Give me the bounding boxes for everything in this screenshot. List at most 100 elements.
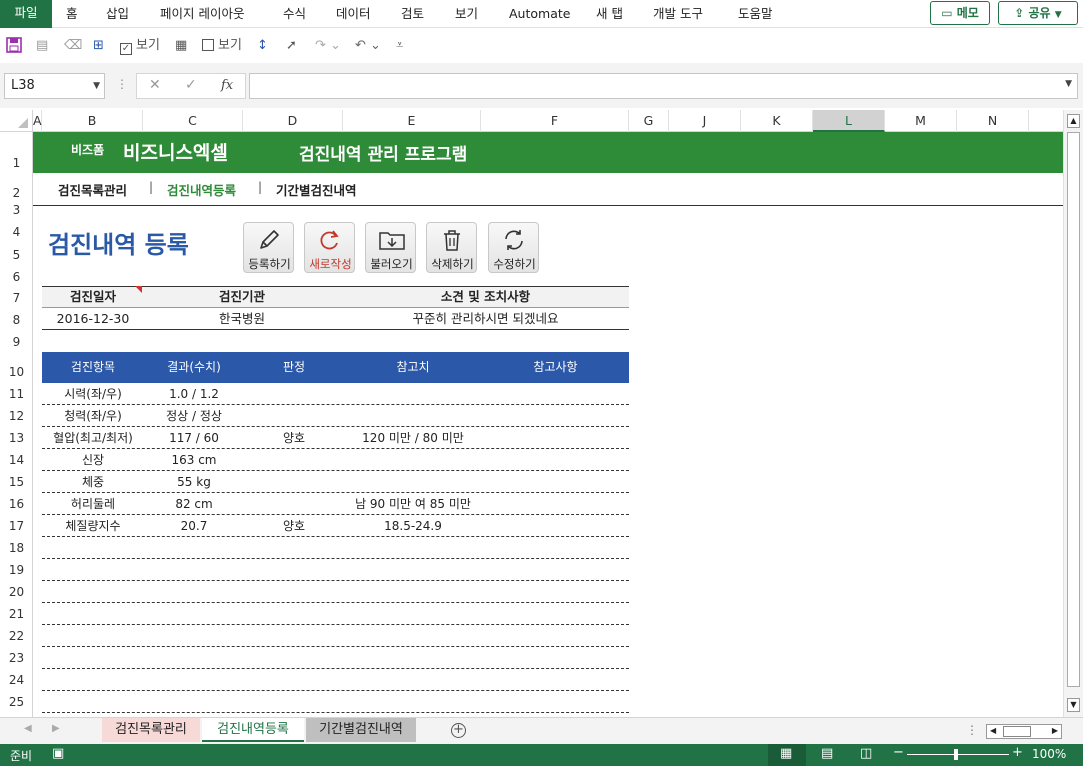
undo-icon[interactable]: ↶ ⌄ xyxy=(355,37,381,55)
redo-icon[interactable]: ↷ ⌄ xyxy=(315,37,341,55)
row-header[interactable]: 12 xyxy=(0,405,32,427)
select-pointer-icon[interactable]: ➚ xyxy=(286,37,297,55)
modify-button[interactable]: 수정하기 xyxy=(488,222,539,273)
row-header[interactable]: 19 xyxy=(0,559,32,581)
fit-page-icon[interactable]: ⊞ xyxy=(93,37,104,55)
row-header[interactable]: 14 xyxy=(0,449,32,471)
register-button[interactable]: 등록하기 xyxy=(243,222,294,273)
tab-help[interactable]: 도움말 xyxy=(738,4,773,24)
scroll-up-icon[interactable]: ▲ xyxy=(1067,114,1080,128)
scroll-thumb[interactable] xyxy=(1067,132,1080,687)
row-header[interactable]: 2 xyxy=(0,173,32,201)
tab-formulas[interactable]: 수식 xyxy=(283,4,306,24)
page-break-view-icon[interactable]: ◫ xyxy=(860,746,872,761)
tab-home[interactable]: 홈 xyxy=(66,4,78,24)
zoom-slider[interactable] xyxy=(907,754,1009,755)
item-name-cell[interactable]: 시력(좌/우) xyxy=(42,383,144,405)
row-header[interactable]: 18 xyxy=(0,537,32,559)
row-header[interactable]: 4 xyxy=(0,219,32,242)
column-header-m[interactable]: M xyxy=(885,110,957,132)
tab-review[interactable]: 검토 xyxy=(401,4,424,24)
column-header-k[interactable]: K xyxy=(741,110,813,132)
tab-new[interactable]: 새 탭 xyxy=(596,4,623,24)
vertical-scrollbar[interactable]: ▲ ▼ xyxy=(1063,110,1083,717)
insert-function-icon[interactable]: fx xyxy=(221,78,233,93)
item-name-cell[interactable]: 혈압(최고/최저) xyxy=(42,427,144,449)
new-button[interactable]: 새로작성 xyxy=(304,222,355,273)
tab-developer[interactable]: 개발 도구 xyxy=(653,4,703,24)
row-header[interactable]: 1 xyxy=(0,132,32,173)
zoom-slider-thumb[interactable] xyxy=(954,749,958,760)
h-scroll-thumb[interactable] xyxy=(1003,726,1031,737)
column-header-f[interactable]: F xyxy=(481,110,629,132)
result-cell[interactable]: 82 cm xyxy=(144,493,244,515)
institution-cell[interactable]: 한국병원 xyxy=(142,308,342,330)
judgement-cell[interactable]: 양호 xyxy=(244,515,344,537)
normal-view-button[interactable]: ▦ xyxy=(768,744,806,766)
column-header-j[interactable]: J xyxy=(669,110,741,132)
result-cell[interactable]: 1.0 / 1.2 xyxy=(144,383,244,405)
row-header[interactable]: 6 xyxy=(0,264,32,286)
sheet-tab-period[interactable]: 기간별검진내역 xyxy=(306,718,416,742)
zoom-out-button[interactable]: − xyxy=(893,745,904,760)
row-header[interactable]: 5 xyxy=(0,242,32,264)
worksheet-grid[interactable]: 비즈폼 비즈니스엑셀 검진내역 관리 프로그램 검진목록관리 | 검진내역등록 … xyxy=(33,132,1063,717)
delete-button[interactable]: 삭제하기 xyxy=(426,222,477,273)
item-name-cell[interactable]: 청력(좌/우) xyxy=(42,405,144,427)
row-header[interactable]: 20 xyxy=(0,581,32,603)
item-name-cell[interactable]: 체중 xyxy=(42,471,144,493)
tab-data[interactable]: 데이터 xyxy=(336,4,371,24)
customize-qat-icon[interactable]: ⩡ xyxy=(396,37,403,55)
row-header[interactable]: 15 xyxy=(0,471,32,493)
column-header-e[interactable]: E xyxy=(343,110,481,132)
scroll-down-icon[interactable]: ▼ xyxy=(1067,698,1080,712)
horizontal-scrollbar[interactable]: ◀ ▶ xyxy=(986,724,1062,739)
expand-formula-icon[interactable]: ▼ xyxy=(1065,79,1072,89)
select-all-corner[interactable] xyxy=(0,110,33,132)
save-icon[interactable] xyxy=(6,37,22,55)
formula-input[interactable]: ▼ xyxy=(249,73,1078,99)
row-header[interactable]: 3 xyxy=(0,201,32,219)
row-header[interactable]: 16 xyxy=(0,493,32,515)
tab-file[interactable]: 파일 xyxy=(0,0,52,28)
row-header[interactable]: 22 xyxy=(0,625,32,647)
table-grid-icon[interactable]: ▦ xyxy=(175,37,187,55)
number-format-icon[interactable]: ▤ xyxy=(36,37,48,55)
scroll-left-icon[interactable]: ◀ xyxy=(990,726,996,735)
view-checkbox-1[interactable]: ✓ 보기 xyxy=(120,37,160,55)
remarks-cell[interactable]: 꾸준히 관리하시면 되겠네요 xyxy=(342,308,629,330)
cancel-icon[interactable]: ✕ xyxy=(149,77,161,93)
row-header[interactable]: 10 xyxy=(0,352,32,383)
result-cell[interactable]: 163 cm xyxy=(144,449,244,471)
add-sheet-icon[interactable]: + xyxy=(451,723,466,738)
tab-insert[interactable]: 삽입 xyxy=(106,4,129,24)
row-header[interactable]: 23 xyxy=(0,647,32,669)
reference-cell[interactable]: 120 미만 / 80 미만 xyxy=(344,427,482,449)
enter-icon[interactable]: ✓ xyxy=(185,77,197,93)
row-header[interactable]: 13 xyxy=(0,427,32,449)
row-header[interactable]: 17 xyxy=(0,515,32,537)
memo-button[interactable]: ▭ 메모 xyxy=(930,1,990,25)
row-header[interactable]: 21 xyxy=(0,603,32,625)
scroll-right-icon[interactable]: ▶ xyxy=(1052,726,1058,735)
reference-cell[interactable]: 남 90 미만 여 85 미만 xyxy=(344,493,482,515)
column-header-b[interactable]: B xyxy=(42,110,143,132)
column-header-g[interactable]: G xyxy=(629,110,669,132)
zoom-in-button[interactable]: + xyxy=(1012,745,1023,760)
zoom-level[interactable]: 100% xyxy=(1032,747,1066,761)
macro-record-icon[interactable]: ▣ xyxy=(52,746,64,761)
result-cell[interactable]: 정상 / 정상 xyxy=(144,405,244,427)
judgement-cell[interactable]: 양호 xyxy=(244,427,344,449)
name-box[interactable]: L38 ▼ xyxy=(4,73,105,99)
column-header-n[interactable]: N xyxy=(957,110,1029,132)
nav-link-period[interactable]: 기간별검진내역 xyxy=(276,180,357,199)
result-cell[interactable]: 55 kg xyxy=(144,471,244,493)
tab-page-layout[interactable]: 페이지 레이아웃 xyxy=(160,4,244,24)
column-header-c[interactable]: C xyxy=(143,110,243,132)
nav-link-register[interactable]: 검진내역등록 xyxy=(167,180,236,199)
row-header[interactable]: 11 xyxy=(0,383,32,405)
date-cell[interactable]: 2016-12-30 xyxy=(42,308,144,330)
result-cell[interactable]: 117 / 60 xyxy=(144,427,244,449)
reference-cell[interactable]: 18.5-24.9 xyxy=(344,515,482,537)
column-header-d[interactable]: D xyxy=(243,110,343,132)
